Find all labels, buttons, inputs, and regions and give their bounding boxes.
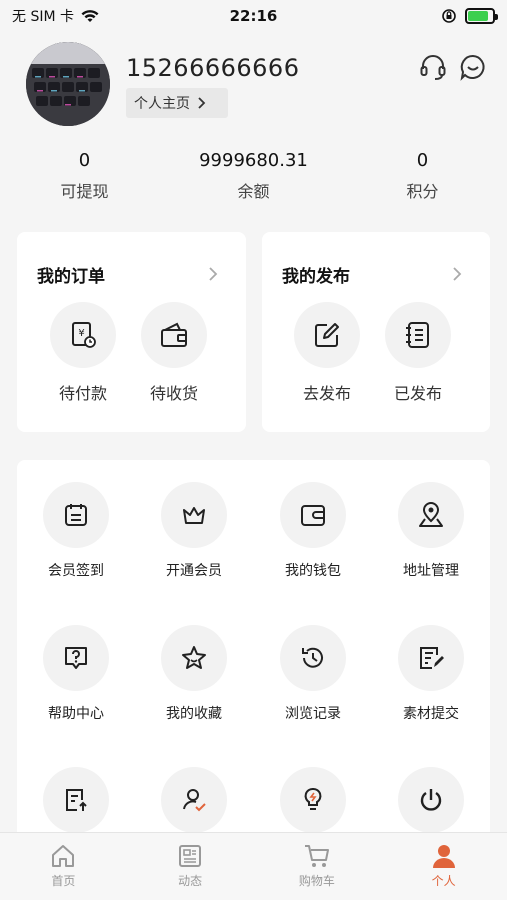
tab-label: 购物车: [298, 874, 335, 888]
battery-indicator: [465, 8, 498, 24]
service-my-favorites[interactable]: 我的收藏: [139, 625, 249, 723]
order-pending-receipt[interactable]: 待收货: [134, 302, 214, 404]
stat-value: 0: [78, 150, 91, 171]
document-edit-icon: [420, 647, 444, 669]
stat-value: 0: [416, 150, 429, 171]
service-member-checkin[interactable]: 会员签到: [21, 482, 131, 580]
document-upload-icon: [66, 789, 87, 811]
power-icon: [420, 789, 442, 811]
stat-value: 9999680.31: [199, 150, 308, 171]
chat-smile-icon[interactable]: [458, 52, 488, 82]
user-phone: 15266666666: [126, 54, 300, 82]
help-icon: [65, 647, 87, 669]
service-label: 素材提交: [403, 706, 459, 722]
service-label: 浏览记录: [285, 706, 341, 722]
my-publish-title[interactable]: 我的发布: [282, 262, 350, 287]
tab-cart[interactable]: 购物车: [254, 833, 381, 900]
notebook-icon: [406, 322, 429, 348]
wallet-icon: [301, 505, 325, 526]
order-item-label: 待收货: [149, 384, 198, 403]
bulb-icon: [304, 788, 322, 810]
service-address-management[interactable]: 地址管理: [376, 482, 486, 580]
edit-icon: [315, 323, 339, 347]
personal-home-button[interactable]: 个人主页: [126, 88, 228, 118]
tab-label: 首页: [51, 874, 76, 888]
my-orders-title[interactable]: 我的订单: [37, 262, 105, 287]
stat-balance[interactable]: 9999680.31 余额: [169, 150, 338, 202]
person-icon: [432, 845, 455, 868]
stat-label: 余额: [237, 182, 270, 201]
wifi-icon: [81, 10, 99, 22]
publish-item-label: 已发布: [393, 384, 442, 403]
stat-withdrawable[interactable]: 0 可提现: [0, 150, 169, 202]
user-check-icon: [183, 789, 206, 812]
publish-item-label: 去发布: [302, 384, 351, 403]
stats-row: 0 可提现 9999680.31 余额 0 积分: [0, 150, 507, 202]
personal-home-label: 个人主页: [134, 96, 190, 112]
order-pending-payment[interactable]: ¥ 待付款: [43, 302, 123, 404]
battery-fill: [468, 11, 489, 21]
wallet-card-icon: [161, 322, 187, 347]
avatar[interactable]: [26, 42, 110, 126]
tab-profile[interactable]: 个人: [380, 833, 507, 900]
publish-published[interactable]: 已发布: [378, 302, 458, 404]
svg-text:¥: ¥: [78, 328, 84, 339]
news-icon: [179, 845, 202, 867]
service-label: 帮助中心: [48, 706, 104, 722]
cart-icon: [304, 845, 329, 867]
star-icon: [182, 646, 206, 669]
crown-icon: [183, 507, 205, 524]
bottom-tab-bar: 首页 动态 购物车 个人: [0, 832, 507, 900]
services-grid: 会员签到 开通会员 我的钱包 地址管理 帮助中心 我的收藏 浏览记录 素材提交: [17, 460, 490, 850]
headset-icon[interactable]: [418, 52, 448, 82]
my-publish-card: 我的发布 去发布 已发布: [262, 232, 490, 432]
service-help-center[interactable]: 帮助中心: [21, 625, 131, 723]
tab-feed[interactable]: 动态: [127, 833, 254, 900]
tab-label: 个人: [431, 874, 456, 888]
service-open-membership[interactable]: 开通会员: [139, 482, 249, 580]
service-browse-history[interactable]: 浏览记录: [258, 625, 368, 723]
service-label: 开通会员: [166, 563, 222, 579]
publish-new[interactable]: 去发布: [287, 302, 367, 404]
profile-header: 15266666666 个人主页 0 可提现 9999680.31 余额 0 积…: [0, 32, 507, 232]
stat-label: 积分: [406, 182, 439, 201]
carrier-label: 无 SIM 卡: [12, 9, 74, 25]
orientation-lock-icon: [442, 9, 456, 23]
service-material-submit[interactable]: 素材提交: [376, 625, 486, 723]
chevron-right-icon[interactable]: [208, 266, 218, 282]
order-item-label: 待付款: [58, 384, 107, 403]
chevron-right-icon: [198, 97, 206, 109]
my-orders-card: 我的订单 ¥ 待付款 待收货: [17, 232, 246, 432]
service-label: 我的钱包: [285, 563, 341, 579]
service-label: 我的收藏: [166, 706, 222, 722]
stat-label: 可提现: [60, 182, 109, 201]
status-bar: 无 SIM 卡 22:16: [0, 0, 507, 32]
chevron-right-icon[interactable]: [452, 266, 462, 282]
service-label: 地址管理: [403, 563, 459, 579]
tab-home[interactable]: 首页: [0, 833, 127, 900]
home-icon: [52, 845, 75, 867]
history-icon: [302, 647, 323, 668]
tab-label: 动态: [178, 874, 203, 888]
service-my-wallet[interactable]: 我的钱包: [258, 482, 368, 580]
location-icon: [419, 502, 443, 527]
stat-points[interactable]: 0 积分: [338, 150, 507, 202]
yen-receipt-icon: ¥: [72, 322, 96, 348]
calendar-icon: [65, 504, 87, 526]
service-label: 会员签到: [48, 563, 104, 579]
